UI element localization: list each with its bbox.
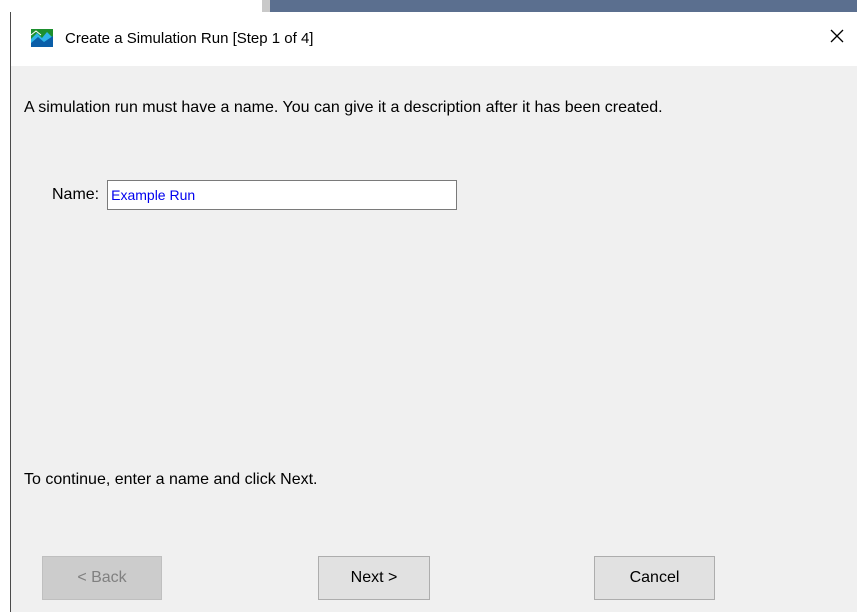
hint-text: To continue, enter a name and click Next…: [24, 471, 318, 488]
title-bar[interactable]: Create a Simulation Run [Step 1 of 4]: [11, 12, 857, 66]
next-button[interactable]: Next >: [318, 556, 430, 600]
screen: Create a Simulation Run [Step 1 of 4] A …: [0, 0, 857, 612]
instruction-text: A simulation run must have a name. You c…: [24, 99, 663, 116]
close-icon: [829, 28, 845, 49]
cancel-button[interactable]: Cancel: [594, 556, 715, 600]
name-input[interactable]: [107, 180, 458, 210]
window-title: Create a Simulation Run [Step 1 of 4]: [65, 30, 314, 47]
name-row: Name:: [52, 178, 458, 212]
back-button[interactable]: < Back: [42, 556, 162, 600]
create-simulation-run-dialog: Create a Simulation Run [Step 1 of 4] A …: [10, 12, 857, 612]
name-label: Name:: [52, 186, 100, 203]
close-button[interactable]: [817, 20, 857, 56]
landscape-icon: [30, 29, 53, 47]
background-window: [270, 0, 857, 12]
dialog-content: A simulation run must have a name. You c…: [11, 66, 857, 612]
